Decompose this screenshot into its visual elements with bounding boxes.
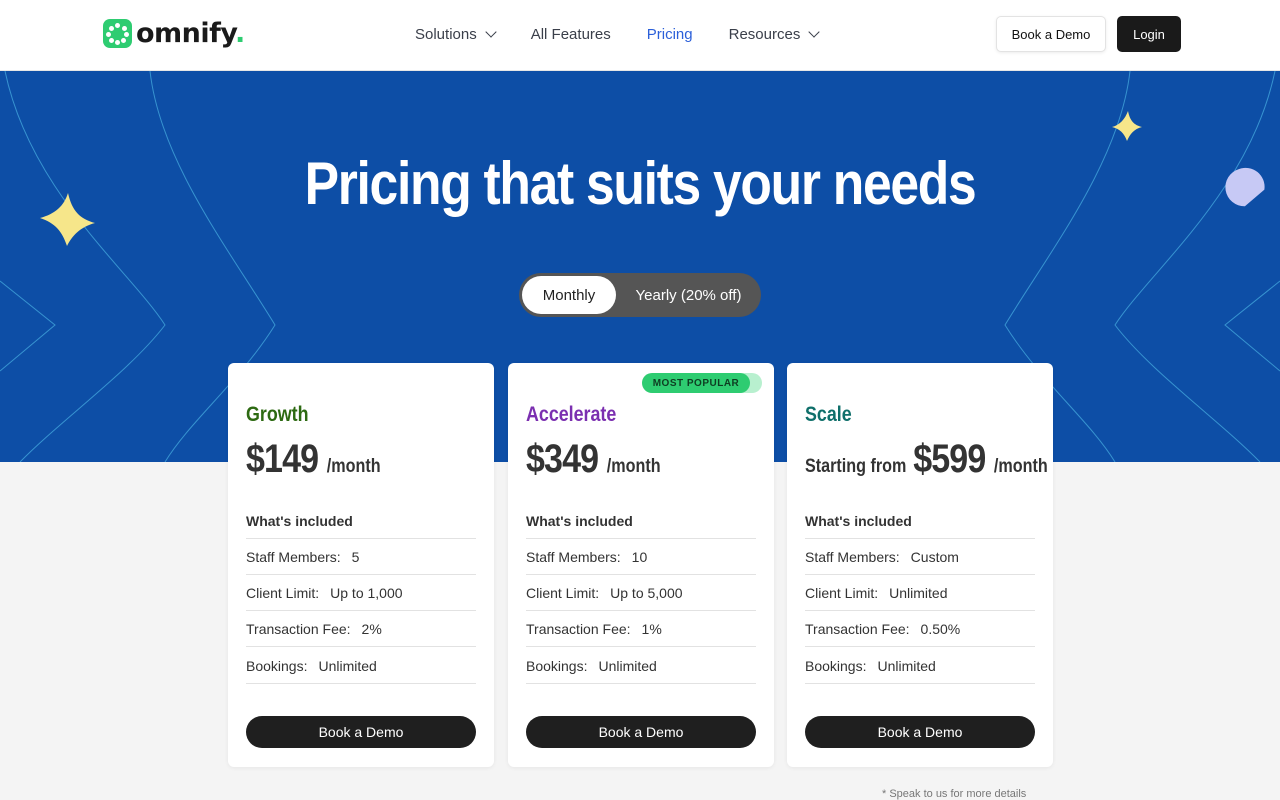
price-prefix: Starting from [805,456,907,477]
included-heading: What's included [246,513,476,539]
nav-all-features[interactable]: All Features [531,26,611,43]
nav-resources[interactable]: Resources [728,25,820,43]
sparkle-icon [1112,111,1142,141]
feature-row: Client Limit: Unlimited [805,575,1035,611]
included-heading: What's included [526,513,756,539]
nav-solutions-label: Solutions [415,25,477,43]
plan-price: $149 [246,437,319,481]
feature-label: Client Limit: [526,584,600,601]
feature-label: Transaction Fee: [805,620,910,637]
top-header: omnify. Solutions All Features Pricing R… [0,0,1280,71]
feature-label: Bookings: [526,657,588,674]
feature-value: 2% [361,620,382,637]
feature-value: Unlimited [889,584,948,601]
feature-value: Unlimited [598,657,657,674]
feature-value: Unlimited [877,657,936,674]
price-row: Starting from $599 /month [805,437,1048,482]
plan-card-scale: Scale Starting from $599 /month What's i… [787,363,1053,767]
feature-label: Transaction Fee: [526,620,631,637]
feature-row: Transaction Fee: 2% [246,611,476,647]
book-demo-button[interactable]: Book a Demo [996,16,1106,52]
most-popular-badge: MOST POPULAR [642,373,750,393]
feature-label: Transaction Fee: [246,620,351,637]
feature-row: Bookings: Unlimited [526,648,756,684]
feature-label: Client Limit: [805,584,879,601]
main-nav: Solutions All Features Pricing Resources [415,0,854,68]
feature-label: Bookings: [805,657,867,674]
feature-value: 10 [631,548,648,565]
toggle-yearly[interactable]: Yearly (20% off) [619,276,758,314]
feature-row: Staff Members: 5 [246,539,476,575]
feature-value: Up to 5,000 [610,584,683,601]
feature-row: Transaction Fee: 0.50% [805,611,1035,647]
plan-name: Growth [246,403,309,426]
plan-price: $349 [526,437,599,481]
feature-label: Staff Members: [246,548,341,565]
nav-solutions[interactable]: Solutions [415,25,497,43]
feature-label: Bookings: [246,657,308,674]
feature-value: 0.50% [920,620,961,637]
feature-value: Unlimited [318,657,377,674]
omnify-logo[interactable]: omnify. [103,17,245,49]
toggle-monthly[interactable]: Monthly [522,276,616,314]
feature-row: Staff Members: 10 [526,539,756,575]
plan-name: Accelerate [526,403,617,426]
price-row: $349 /month [526,437,661,482]
book-demo-growth-button[interactable]: Book a Demo [246,716,476,748]
feature-row: Staff Members: Custom [805,539,1035,575]
feature-label: Staff Members: [805,548,900,565]
price-period: /month [993,456,1048,477]
chevron-down-icon [485,25,497,38]
footnote: * Speak to us for more details [882,788,1027,800]
included-heading: What's included [805,513,1035,539]
feature-label: Client Limit: [246,584,320,601]
feature-label: Staff Members: [526,548,621,565]
sparkle-icon [40,193,95,246]
feature-row: Bookings: Unlimited [805,648,1035,684]
feature-row: Transaction Fee: 1% [526,611,756,647]
feature-value: 5 [351,548,360,565]
feature-value: Custom [910,548,959,565]
feature-row: Client Limit: Up to 1,000 [246,575,476,611]
chevron-down-icon [808,25,820,38]
nav-resources-label: Resources [728,25,801,43]
login-button[interactable]: Login [1117,16,1181,52]
price-period: /month [326,456,381,477]
plan-price: $599 [913,437,986,481]
book-demo-accelerate-button[interactable]: Book a Demo [526,716,756,748]
feature-row: Bookings: Unlimited [246,648,476,684]
half-circle-icon [1225,167,1265,207]
feature-row: Client Limit: Up to 5,000 [526,575,756,611]
price-period: /month [606,456,661,477]
plan-card-growth: Growth $149 /month What's included Staff… [228,363,494,767]
page-title: Pricing that suits your needs [304,150,977,217]
logo-text: omnify. [136,17,245,49]
price-row: $149 /month [246,437,381,482]
book-demo-scale-button[interactable]: Book a Demo [805,716,1035,748]
logo-mark-icon [103,18,132,48]
billing-toggle: Monthly Yearly (20% off) [519,273,761,317]
plan-name: Scale [805,403,852,426]
feature-value: 1% [641,620,662,637]
feature-value: Up to 1,000 [330,584,403,601]
nav-pricing[interactable]: Pricing [647,26,693,43]
plan-card-accelerate: MOST POPULAR Accelerate $349 /month What… [508,363,774,767]
